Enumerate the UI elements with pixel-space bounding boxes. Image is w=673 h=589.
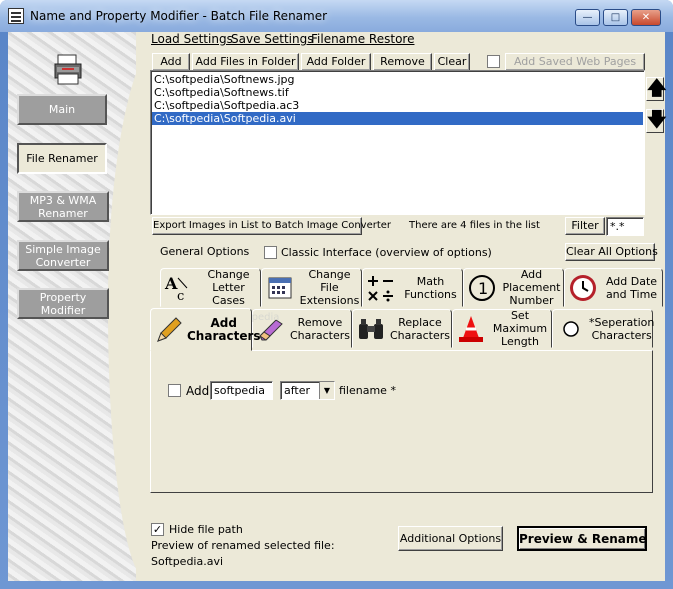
app-window: Name and Property Modifier - Batch File …	[0, 0, 673, 589]
chevron-down-icon[interactable]: ▼	[319, 382, 334, 399]
preview-label: Preview of renamed selected file:	[151, 539, 335, 552]
sidebar-item-mp3-wma-renamer[interactable]: MP3 & WMA Renamer	[17, 191, 109, 222]
filename-label: filename *	[339, 384, 396, 397]
tab-label: Add Date and Time	[605, 274, 658, 301]
tab-math-functions[interactable]: Math Functions	[362, 268, 463, 307]
tab-label: Add Characters	[187, 315, 261, 343]
svg-text:A: A	[164, 274, 178, 293]
svg-text:c: c	[177, 289, 184, 303]
move-down-arrow-icon[interactable]: 🡇	[646, 109, 667, 133]
add-label: Add	[186, 384, 210, 398]
cone-icon	[455, 313, 487, 345]
preview-rename-button[interactable]: Preview & Rename	[517, 526, 647, 551]
list-item[interactable]: C:\softpedia\Softnews.jpg	[152, 73, 643, 86]
clock-icon	[567, 272, 599, 304]
tab-set-maximum-length[interactable]: Set Maximum Length	[452, 309, 552, 348]
remove-button[interactable]: Remove	[373, 53, 432, 71]
tab-change-file-extensions[interactable]: Change File Extensions	[261, 268, 362, 307]
tab-label: Math Functions	[404, 274, 457, 301]
calendar-icon	[264, 272, 296, 304]
export-images-button[interactable]: Export Images in List to Batch Image Con…	[152, 217, 391, 235]
position-value: after	[284, 384, 311, 397]
close-button[interactable]: ✕	[631, 9, 661, 26]
math-icon	[365, 272, 397, 304]
classic-interface-label: Classic Interface (overview of options)	[281, 246, 492, 259]
maximize-button[interactable]: □	[603, 9, 628, 26]
list-item[interactable]: C:\softpedia\Softpedia.ac3	[152, 99, 643, 112]
tab-label: Add Placement Number	[502, 268, 561, 307]
preview-value: Softpedia.avi	[151, 555, 224, 568]
position-select[interactable]: after ▼	[280, 381, 335, 400]
file-list[interactable]: C:\softpedia\Softnews.jpg C:\softpedia\S…	[150, 70, 645, 215]
app-icon	[8, 8, 24, 24]
general-options-label: General Options	[160, 245, 250, 258]
hide-file-path-checkbox[interactable]: ✓	[151, 523, 164, 536]
add-characters-panel: Add softpedia after ▼ filename *	[150, 350, 653, 493]
add-characters-checkbox[interactable]	[168, 384, 181, 397]
tab-seperation-characters[interactable]: *Seperation Characters	[552, 309, 655, 348]
tab-replace-characters[interactable]: Replace Characters	[352, 309, 452, 348]
save-settings-link[interactable]: Save Settings	[231, 32, 314, 46]
additional-options-button[interactable]: Additional Options	[398, 526, 503, 551]
filename-restore-link[interactable]: Filename Restore	[311, 32, 414, 46]
add-files-in-folder-button[interactable]: Add Files in Folder	[192, 53, 299, 71]
svg-text:1: 1	[478, 279, 488, 298]
sidebar-item-file-renamer[interactable]: File Renamer	[17, 143, 107, 174]
classic-interface-checkbox[interactable]	[264, 246, 277, 259]
printer-logo-icon	[54, 54, 82, 85]
sidebar-item-main[interactable]: Main	[17, 94, 107, 125]
add-folder-button[interactable]: Add Folder	[301, 53, 371, 71]
sidebar-item-property-modifier[interactable]: Property Modifier	[17, 288, 109, 319]
pencil-icon	[153, 314, 185, 346]
tab-label: *Seperation Characters	[589, 315, 655, 342]
file-count-text: There are 4 files in the list	[409, 220, 540, 231]
client-area: Main File Renamer MP3 & WMA Renamer Simp…	[8, 32, 667, 581]
add-saved-web-pages-checkbox[interactable]	[487, 55, 500, 68]
add-saved-web-pages-button[interactable]: Add Saved Web Pages	[505, 53, 645, 71]
letter-case-icon: Ac	[163, 272, 195, 304]
window-title: Name and Property Modifier - Batch File …	[30, 9, 328, 23]
tab-label: Replace Characters	[389, 315, 451, 342]
binoculars-icon	[355, 313, 387, 345]
hide-file-path-label: Hide file path	[169, 523, 243, 536]
tab-add-date-and-time[interactable]: Add Date and Time	[564, 268, 663, 307]
sidebar-item-simple-image-converter[interactable]: Simple Image Converter	[17, 240, 109, 271]
tab-add-placement-number[interactable]: 1 Add Placement Number	[463, 268, 564, 307]
load-settings-link[interactable]: Load Settings	[151, 32, 233, 46]
clear-all-options-button[interactable]: Clear All Options	[565, 243, 658, 261]
tab-label: Change Letter Cases	[207, 268, 250, 307]
filter-input[interactable]: *.*	[606, 217, 644, 236]
clear-button[interactable]: Clear	[434, 53, 470, 71]
number-one-icon: 1	[466, 272, 498, 304]
list-item[interactable]: C:\softpedia\Softnews.tif	[152, 86, 643, 99]
list-item-selected[interactable]: C:\softpedia\Softpedia.avi	[152, 112, 643, 125]
title-bar: Name and Property Modifier - Batch File …	[0, 0, 673, 32]
characters-input[interactable]: softpedia	[210, 381, 273, 400]
filter-button[interactable]: Filter	[565, 217, 605, 235]
circle-icon	[555, 313, 587, 345]
move-up-arrow-icon[interactable]: 🡅	[646, 77, 667, 101]
tab-change-letter-cases[interactable]: Ac Change Letter Cases	[160, 268, 261, 307]
tab-add-characters[interactable]: Add Characters	[150, 308, 261, 351]
minimize-button[interactable]: —	[575, 9, 600, 26]
tab-label: Set Maximum Length	[492, 309, 548, 348]
add-button[interactable]: Add	[152, 53, 190, 71]
tab-label: Remove Characters	[289, 315, 351, 342]
tab-label: Change File Extensions	[299, 268, 360, 307]
